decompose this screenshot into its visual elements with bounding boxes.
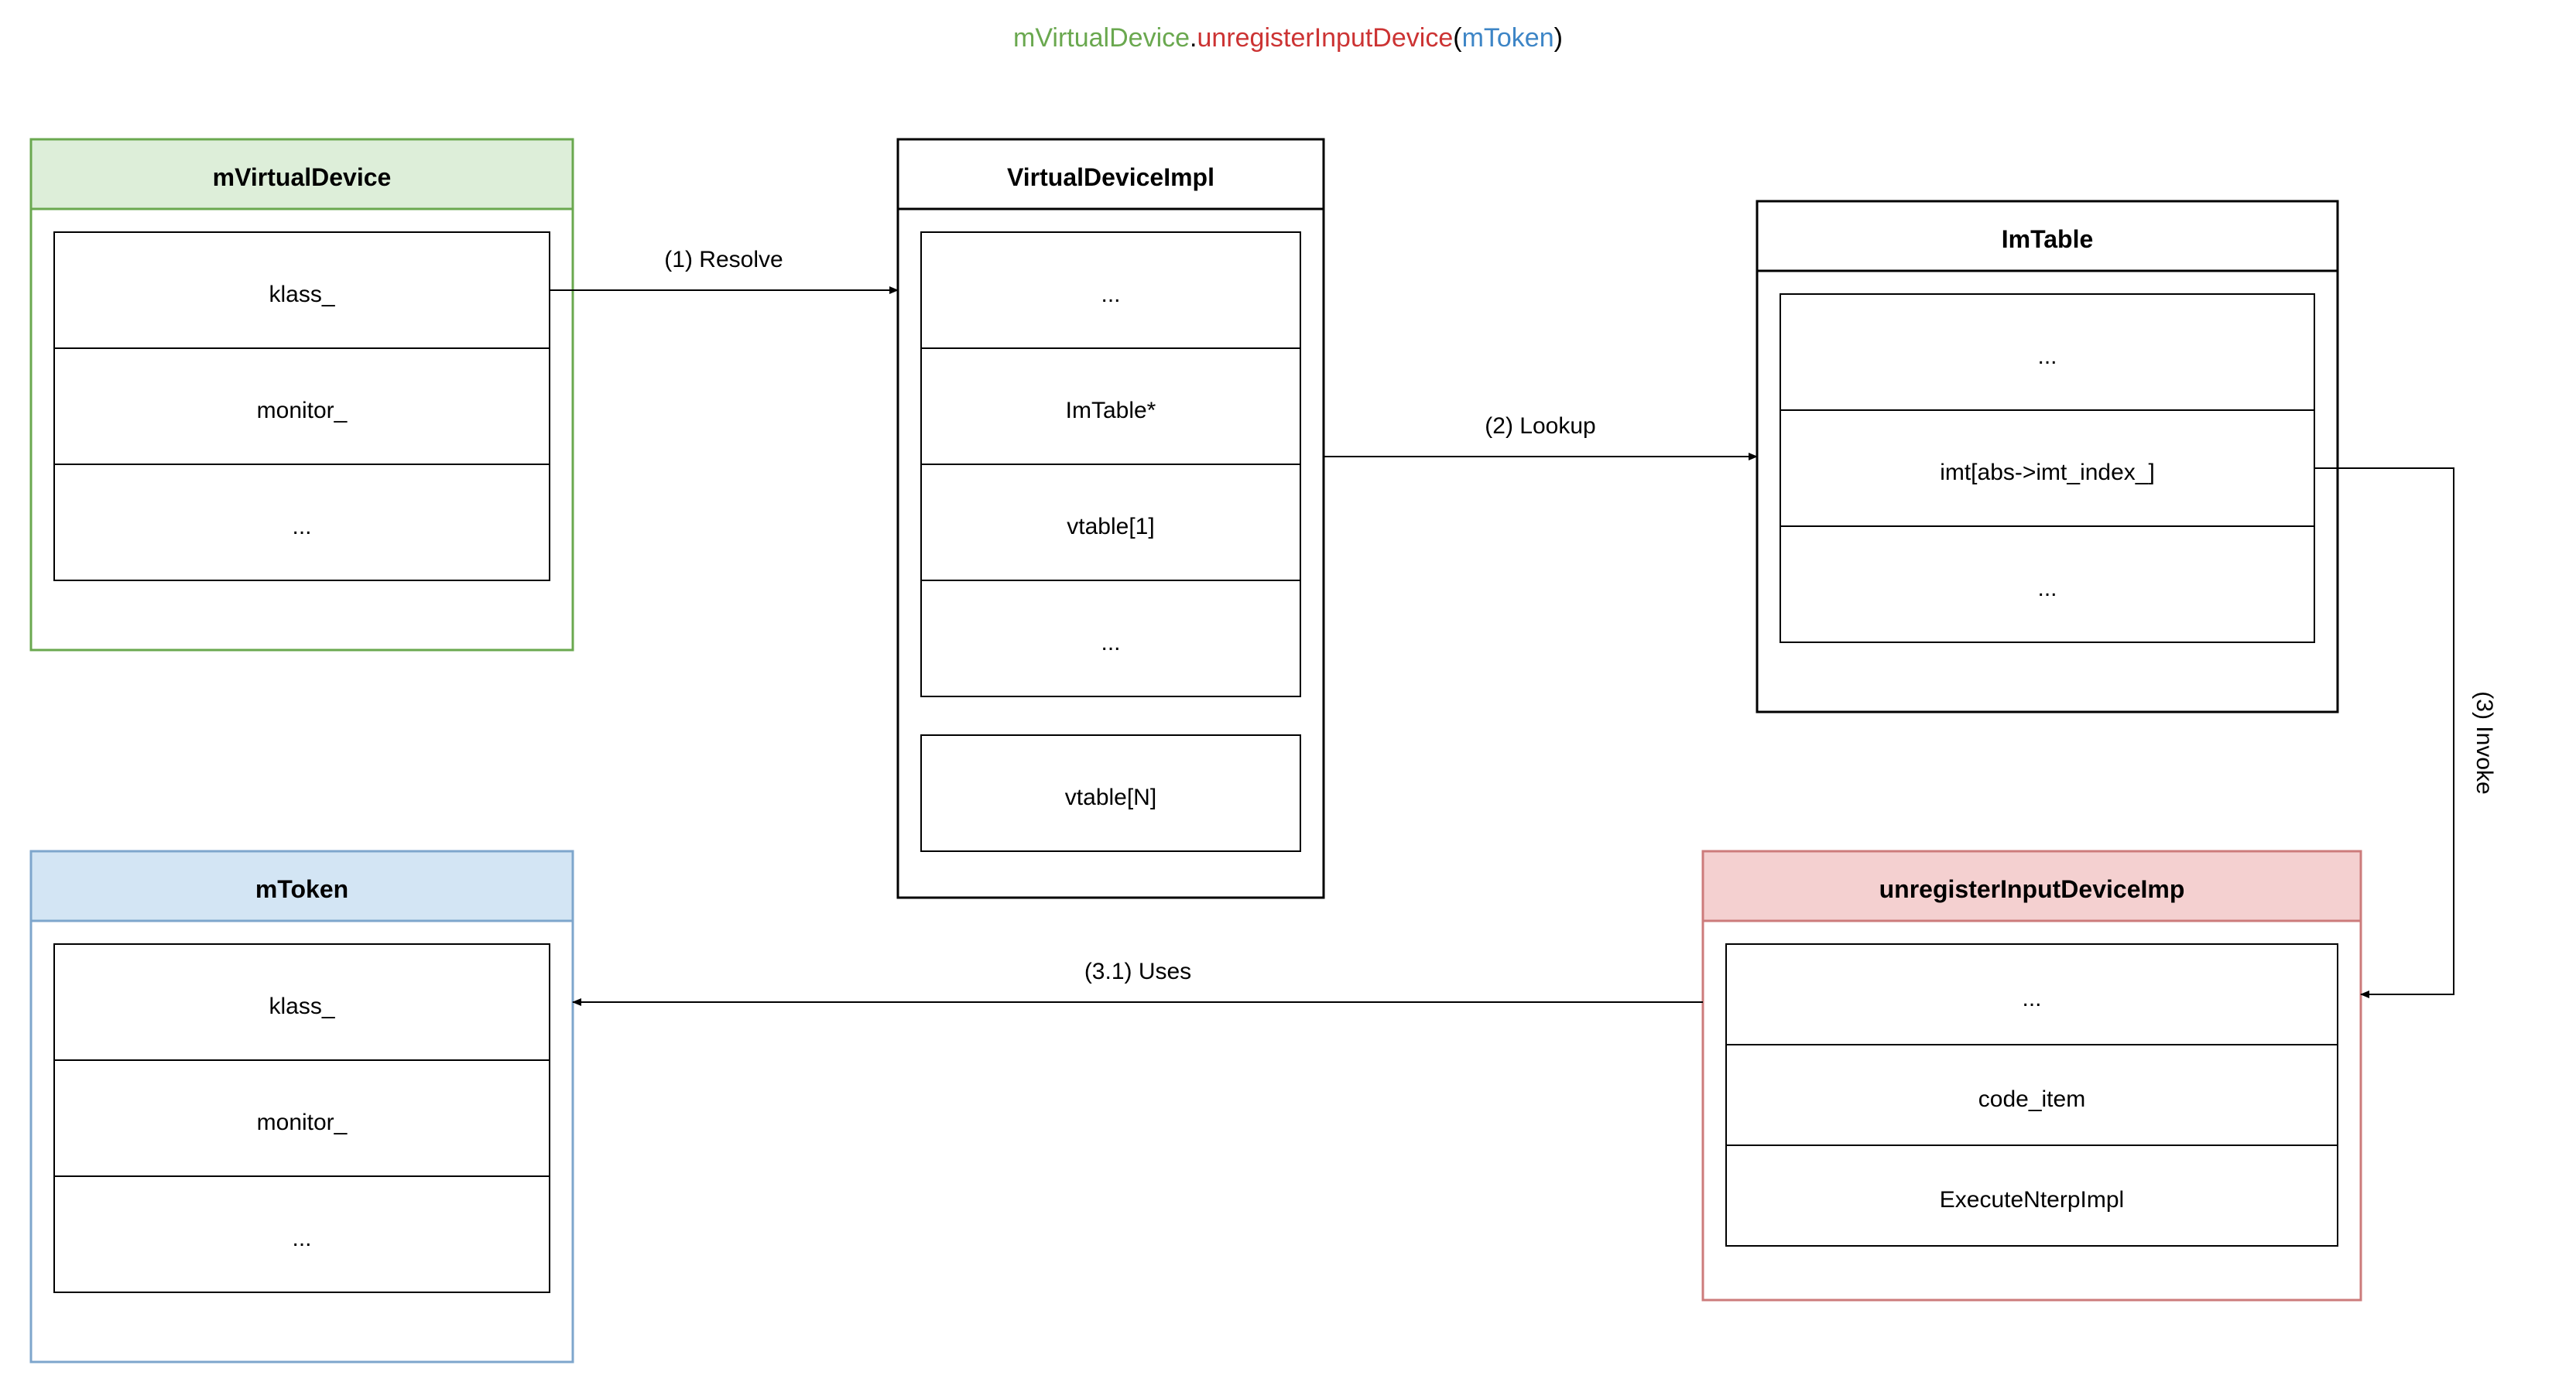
mvirtualdevice-row-0: klass_ <box>269 282 335 307</box>
header-mtoken: mToken <box>1462 23 1554 53</box>
edge-lookup-label: (2) Lookup <box>1485 413 1595 439</box>
edge-invoke-label: (3) Invoke <box>2472 691 2497 794</box>
imtable-row-1: imt[abs->imt_index_] <box>1940 460 2155 485</box>
vdimpl-row-0: ... <box>1101 282 1120 307</box>
diagram-canvas: mVirtualDevice.unregisterInputDevice(mTo… <box>0 0 2576 1396</box>
header-dot: . <box>1190 23 1197 53</box>
box-mtoken-title: mToken <box>255 875 348 903</box>
box-unregisterimpl: unregisterInputDeviceImp ... code_item E… <box>1703 851 2361 1300</box>
imtable-row-2: ... <box>2037 576 2057 601</box>
vdimpl-row-1: ImTable* <box>1066 398 1156 423</box>
unregimpl-row-2: ExecuteNterpImpl <box>1940 1187 2124 1213</box>
mtoken-row-0: klass_ <box>269 994 335 1019</box>
edge-resolve-label: (1) Resolve <box>664 247 783 272</box>
box-mvirtualdevice-title: mVirtualDevice <box>213 163 392 191</box>
vdimpl-row-4: vtable[N] <box>1065 785 1156 810</box>
box-virtualdeviceimpl-title: VirtualDeviceImpl <box>1007 163 1214 191</box>
mtoken-row-2: ... <box>292 1226 311 1251</box>
header-code-line: mVirtualDevice.unregisterInputDevice(mTo… <box>1013 23 1563 53</box>
header-open-paren: ( <box>1453 23 1462 53</box>
mvirtualdevice-row-2: ... <box>292 514 311 539</box>
unregimpl-row-1: code_item <box>1978 1086 2085 1112</box>
box-unregisterimpl-title: unregisterInputDeviceImp <box>1879 875 2185 903</box>
imtable-row-0: ... <box>2037 344 2057 369</box>
unregimpl-row-0: ... <box>2022 986 2041 1011</box>
edge-uses-label: (3.1) Uses <box>1084 959 1191 984</box>
vdimpl-row-2: vtable[1] <box>1067 514 1154 539</box>
vdimpl-row-3: ... <box>1101 630 1120 655</box>
box-imtable-title: ImTable <box>2002 225 2094 253</box>
box-virtualdeviceimpl: VirtualDeviceImpl ... ImTable* vtable[1]… <box>898 139 1324 898</box>
box-mtoken: mToken klass_ monitor_ ... <box>31 851 573 1362</box>
header-method: unregisterInputDevice <box>1197 23 1454 53</box>
box-mvirtualdevice: mVirtualDevice klass_ monitor_ ... <box>31 139 573 650</box>
header-close-paren: ) <box>1554 23 1563 53</box>
mtoken-row-1: monitor_ <box>257 1110 348 1135</box>
mvirtualdevice-row-1: monitor_ <box>257 398 348 423</box>
box-imtable: ImTable ... imt[abs->imt_index_] ... <box>1757 201 2338 712</box>
header-mvirtualdevice: mVirtualDevice <box>1013 23 1190 53</box>
